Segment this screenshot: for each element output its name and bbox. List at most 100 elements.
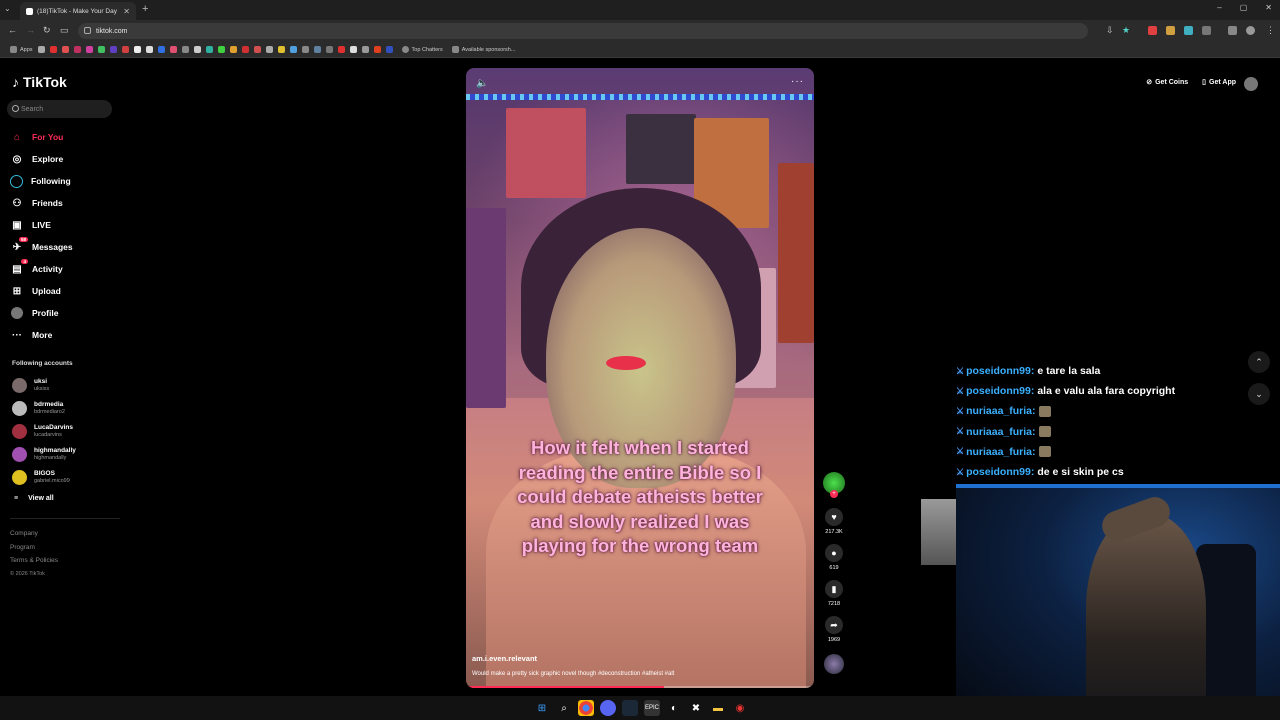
bookmark-icon[interactable] [85,46,93,53]
bookmark-icon[interactable] [61,46,69,53]
next-video-button[interactable]: ⌄ [1248,383,1270,405]
bookmark-icon[interactable] [325,46,333,53]
bookmark-icon[interactable] [289,46,297,53]
extension-icon[interactable] [1166,26,1175,35]
search-icon[interactable]: ⌕ [556,700,572,716]
bookmark-icon[interactable] [37,46,45,53]
extension-icon[interactable] [1184,26,1193,35]
site-info-icon[interactable] [84,27,91,34]
account-item[interactable]: bdrmedia bdrmediaro2 [12,397,76,420]
nav-item-upload[interactable]: ⊞ Upload [10,280,73,302]
footer-terms-link[interactable]: Terms & Policies [10,554,58,568]
bookmark-icon[interactable] [337,46,345,53]
save-button[interactable]: ▮ [825,580,843,598]
account-item[interactable]: LucaDarvins lucadarvins [12,420,76,443]
app-icon[interactable]: ✖ [688,700,704,716]
app-icon[interactable]: ◐ [666,700,682,716]
close-tab-icon[interactable]: ✕ [123,7,130,16]
extensions-puzzle-icon[interactable] [1202,26,1211,35]
bookmark-icon[interactable] [97,46,105,53]
nav-item-messages[interactable]: ✈ 58 Messages [10,236,73,258]
obs-icon[interactable]: ◉ [732,700,748,716]
bookmark-icon[interactable] [241,46,249,53]
app-icon[interactable]: EPIC [644,700,660,716]
nav-item-live[interactable]: ▣ LIVE [10,214,73,236]
url-field[interactable]: tiktok.com [78,23,1088,39]
video-progress-bar[interactable] [466,686,814,688]
bookmark-icon[interactable] [145,46,153,53]
close-window-icon[interactable]: ✕ [1265,3,1272,12]
account-item[interactable]: BIGOS gabriel.mico99 [12,466,76,489]
bookmark-icon[interactable] [109,46,117,53]
bookmark-icon[interactable] [265,46,273,53]
bookmark-icon[interactable] [157,46,165,53]
bookmark-icon[interactable] [301,46,309,53]
bookmark-icon[interactable] [193,46,201,53]
back-icon[interactable]: ← [8,25,17,35]
bookmark-icon[interactable] [349,46,357,53]
extension-icon[interactable] [1148,26,1157,35]
browser-profile-icon[interactable] [1246,26,1255,35]
nav-item-more[interactable]: ··· More [10,324,73,346]
creator-avatar[interactable]: + [823,472,845,498]
browser-menu-icon[interactable]: ⋮ [1266,25,1275,36]
nav-item-following[interactable]: Following [10,170,73,192]
bookmark-icon[interactable] [133,46,141,53]
footer-program-link[interactable]: Program [10,541,58,555]
user-avatar[interactable] [1244,77,1258,91]
tab-search-icon[interactable] [1228,26,1237,35]
bookmark-icon[interactable] [229,46,237,53]
tiktok-logo[interactable]: ♪ TikTok [12,74,67,90]
steam-icon[interactable] [622,700,638,716]
bookmark-icon[interactable] [373,46,381,53]
side-panel-icon[interactable]: ▭ [60,25,69,36]
reload-icon[interactable]: ↻ [43,25,51,36]
video-author[interactable]: am.i.even.relevant [472,654,537,663]
minimize-icon[interactable]: – [1217,3,1221,12]
bookmark-apps[interactable]: Apps [10,46,33,53]
get-app-button[interactable]: ▯ Get App [1202,78,1236,87]
search-input[interactable]: Search [7,100,112,118]
bookmark-icon[interactable] [253,46,261,53]
bookmark-icon[interactable] [181,46,189,53]
bookmark-icon[interactable] [217,46,225,53]
file-explorer-icon[interactable]: ▬ [710,700,726,716]
nav-item-activity[interactable]: ▤ 4 Activity [10,258,73,280]
share-button[interactable]: ➦ [825,616,843,634]
install-app-icon[interactable]: ⇩ [1106,25,1114,36]
music-disc-icon[interactable] [824,654,844,674]
account-item[interactable]: highmandally highmandally [12,443,76,466]
bookmark-icon[interactable] [277,46,285,53]
new-tab-icon[interactable]: + [142,3,148,15]
get-coins-button[interactable]: ⊘ Get Coins [1146,78,1188,87]
video-player[interactable]: 🔈 ··· How it felt when I started reading… [466,68,814,688]
bookmark-icon[interactable] [121,46,129,53]
follow-plus-icon[interactable]: + [830,490,838,498]
bookmark-star-icon[interactable]: ★ [1122,25,1130,36]
discord-icon[interactable] [600,700,616,716]
bookmark-icon[interactable] [205,46,213,53]
bookmark-icon[interactable] [73,46,81,53]
nav-item-friends[interactable]: ⚇ Friends [10,192,73,214]
volume-icon[interactable]: 🔈 [476,78,488,89]
nav-item-profile[interactable]: Profile [10,302,73,324]
comment-button[interactable]: ● [825,544,843,562]
maximize-icon[interactable]: ▢ [1240,3,1248,12]
view-all-button[interactable]: ≡ View all [14,495,54,502]
forward-icon[interactable]: → [26,25,35,35]
chrome-icon[interactable] [578,700,594,716]
bookmark-icon[interactable] [313,46,321,53]
nav-item-explore[interactable]: ◎ Explore [10,148,73,170]
bookmark-top-chatters[interactable]: Top Chatters [401,46,443,53]
bookmark-icon[interactable] [361,46,369,53]
browser-tab-tiktok[interactable]: (18)TikTok - Make Your Day ✕ [20,2,136,20]
like-button[interactable]: ♥ [825,508,843,526]
footer-company-link[interactable]: Company [10,527,58,541]
bookmark-icon[interactable] [49,46,57,53]
tab-list-icon[interactable]: ⌄ [4,4,11,13]
bookmark-icon[interactable] [169,46,177,53]
bookmark-icon[interactable] [385,46,393,53]
bookmark-sponsorship[interactable]: Available sponsorsh... [451,46,515,53]
account-item[interactable]: uksi uksiss [12,374,76,397]
windows-start-icon[interactable]: ⊞ [534,700,550,716]
